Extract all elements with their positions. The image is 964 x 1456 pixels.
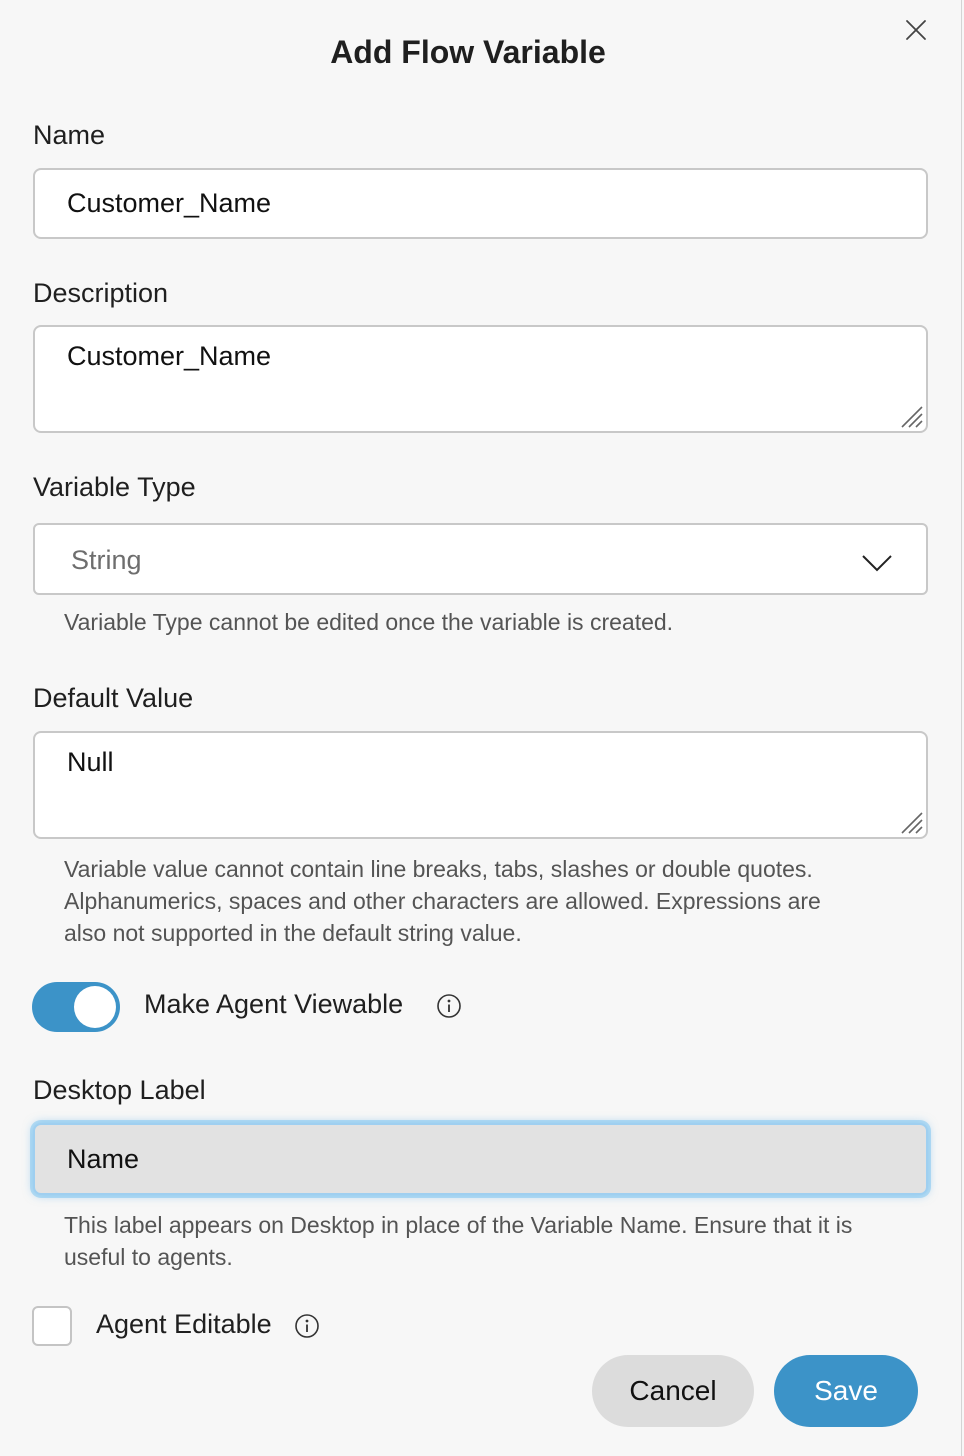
help-line: This label appears on Desktop in place o…: [64, 1212, 853, 1238]
name-input[interactable]: [33, 168, 928, 239]
default-value-textarea[interactable]: Null: [33, 731, 928, 839]
agent-viewable-toggle[interactable]: [32, 982, 120, 1032]
default-value-help: Variable value cannot contain line break…: [64, 853, 934, 949]
agent-viewable-label: Make Agent Viewable: [144, 989, 404, 1019]
resize-grip-icon[interactable]: [898, 809, 924, 835]
variable-type-select[interactable]: String: [33, 523, 928, 595]
description-label: Description: [33, 278, 169, 308]
toggle-knob: [74, 986, 116, 1028]
resize-grip-icon[interactable]: [898, 403, 924, 429]
help-line: Alphanumerics, spaces and other characte…: [64, 888, 821, 914]
default-value-label: Default Value: [33, 683, 194, 713]
info-icon[interactable]: [436, 993, 462, 1019]
desktop-label-help: This label appears on Desktop in place o…: [64, 1209, 934, 1273]
help-line: also not supported in the default string…: [64, 920, 522, 946]
help-line: useful to agents.: [64, 1244, 233, 1270]
info-icon[interactable]: [294, 1313, 320, 1339]
add-flow-variable-dialog: Add Flow Variable Name Description Custo…: [0, 0, 962, 1456]
save-button[interactable]: Save: [774, 1355, 918, 1427]
help-line: Variable value cannot contain line break…: [64, 856, 813, 882]
variable-type-value: String: [71, 545, 142, 575]
variable-type-label: Variable Type: [33, 472, 196, 502]
description-textarea[interactable]: Customer_Name: [33, 325, 928, 433]
agent-editable-label: Agent Editable: [96, 1309, 272, 1339]
desktop-label-input[interactable]: [33, 1123, 928, 1195]
name-label: Name: [33, 120, 106, 150]
desktop-label-label: Desktop Label: [33, 1075, 206, 1105]
dialog-title: Add Flow Variable: [330, 34, 606, 70]
variable-type-help: Variable Type cannot be edited once the …: [64, 609, 674, 635]
chevron-down-icon: [862, 555, 892, 572]
cancel-button[interactable]: Cancel: [592, 1355, 754, 1427]
agent-editable-checkbox[interactable]: [32, 1306, 72, 1346]
